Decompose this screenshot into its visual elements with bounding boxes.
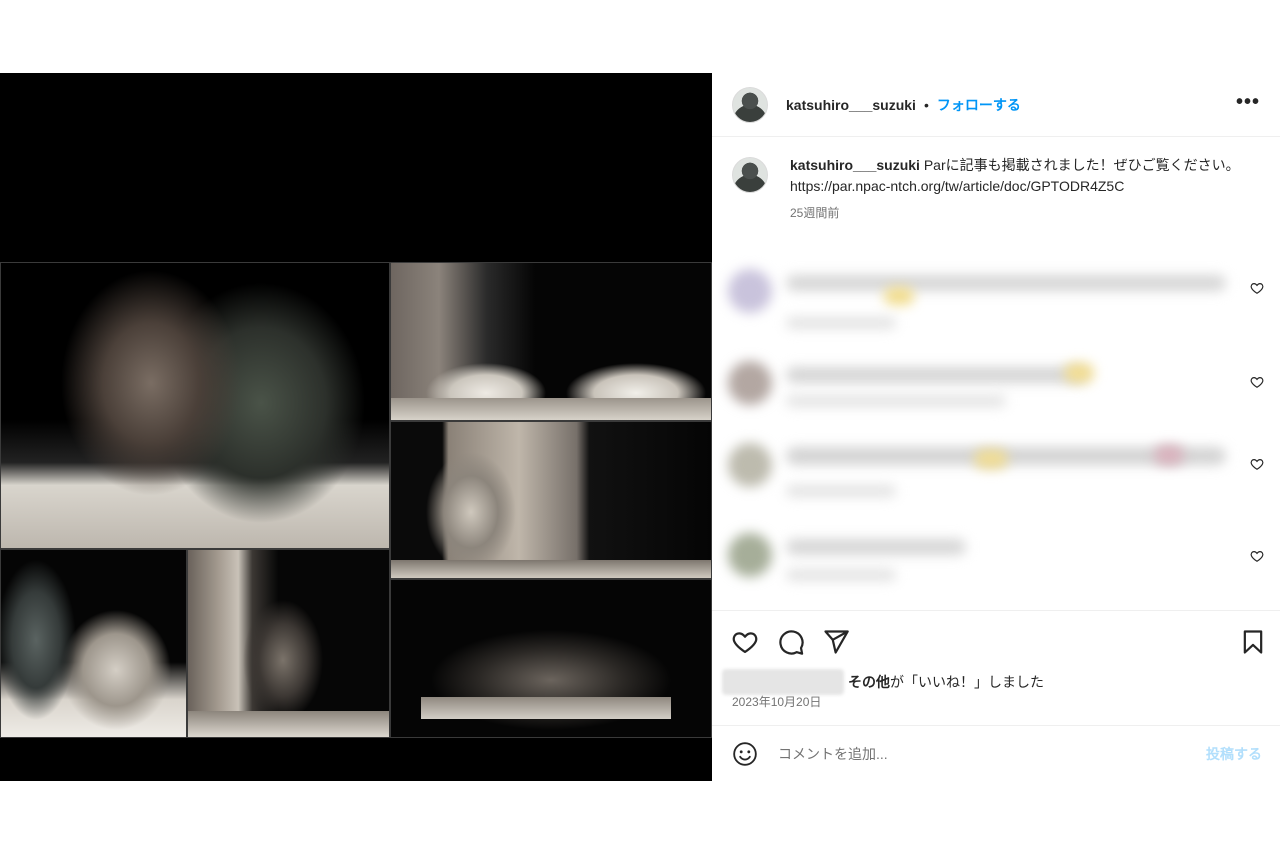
comment-emoji-blurred <box>1064 363 1094 383</box>
caption-timestamp[interactable]: 25週間前 <box>790 203 1240 224</box>
heart-icon[interactable] <box>1250 375 1264 389</box>
stage-photo-top-right <box>390 262 712 421</box>
post-side-panel: katsuhiro___suzuki • フォローする ••• katsuhir… <box>712 73 1280 781</box>
stage-photo-main <box>0 262 390 549</box>
caption-body: katsuhiro___suzuki Parに記事も掲載されました！ぜひご覧くだ… <box>790 155 1240 224</box>
comment-input[interactable] <box>778 745 1158 762</box>
caption-link[interactable]: https://par.npac-ntch.org/tw/article/doc… <box>790 176 1240 197</box>
comment-avatar <box>728 443 772 487</box>
comment-item <box>724 429 1266 509</box>
comment-list <box>724 259 1266 595</box>
stage-photo-middle-right <box>390 421 712 579</box>
follow-button[interactable]: フォローする <box>937 95 1021 115</box>
likes-suffix: が「いいね！」しました <box>890 674 1044 690</box>
liker-name-blurred[interactable] <box>722 669 844 695</box>
comment-item <box>724 259 1266 339</box>
post-date[interactable]: 2023年10月20日 <box>732 693 821 710</box>
comment-text-blurred <box>786 539 966 555</box>
comment-avatar <box>728 269 772 313</box>
heart-icon[interactable] <box>1250 457 1264 471</box>
action-bar <box>712 610 1280 670</box>
likes-others-link[interactable]: その他 <box>848 672 890 692</box>
avatar[interactable] <box>732 86 768 123</box>
post-comment-button[interactable]: 投稿する <box>1206 744 1262 764</box>
caption: katsuhiro___suzuki Parに記事も掲載されました！ぜひご覧くだ… <box>732 155 1262 224</box>
comment-meta-blurred <box>786 395 1006 407</box>
comment-emoji-blurred <box>974 449 1008 469</box>
bookmark-icon[interactable] <box>1239 628 1267 656</box>
comment-avatar <box>728 533 772 577</box>
comment-text-blurred <box>786 367 1086 383</box>
photo-collage <box>0 262 712 738</box>
separator-dot: • <box>923 96 929 113</box>
caption-username[interactable]: katsuhiro___suzuki <box>790 157 920 173</box>
caption-avatar[interactable] <box>732 157 768 193</box>
comment-item <box>724 517 1266 597</box>
comment-icon[interactable] <box>777 628 805 656</box>
header-username[interactable]: katsuhiro___suzuki <box>786 97 916 113</box>
heart-icon[interactable] <box>731 628 759 656</box>
likes-summary: その他 が「いいね！」しました <box>722 669 1044 695</box>
heart-icon[interactable] <box>1250 549 1264 563</box>
caption-text: Parに記事も掲載されました！ぜひご覧ください。 <box>919 157 1240 173</box>
heart-icon[interactable] <box>1250 281 1264 295</box>
comment-avatar <box>728 361 772 405</box>
stage-photo-bottom-left <box>0 549 187 738</box>
stage-photo-bottom-right <box>390 579 712 738</box>
post-header: katsuhiro___suzuki • フォローする ••• <box>712 73 1280 137</box>
stage-photo-bottom-center <box>187 549 390 738</box>
more-icon[interactable]: ••• <box>1236 92 1260 112</box>
comment-emoji-blurred <box>1154 445 1184 465</box>
comment-meta-blurred <box>786 485 896 497</box>
comment-emoji-blurred <box>884 287 914 305</box>
comment-item <box>724 347 1266 427</box>
comment-meta-blurred <box>786 569 896 581</box>
smile-icon[interactable] <box>732 741 758 767</box>
comment-meta-blurred <box>786 317 896 329</box>
share-icon[interactable] <box>822 628 850 656</box>
post-media[interactable] <box>0 73 712 781</box>
comment-text-blurred <box>786 275 1226 291</box>
add-comment-bar: 投稿する <box>712 725 1280 781</box>
